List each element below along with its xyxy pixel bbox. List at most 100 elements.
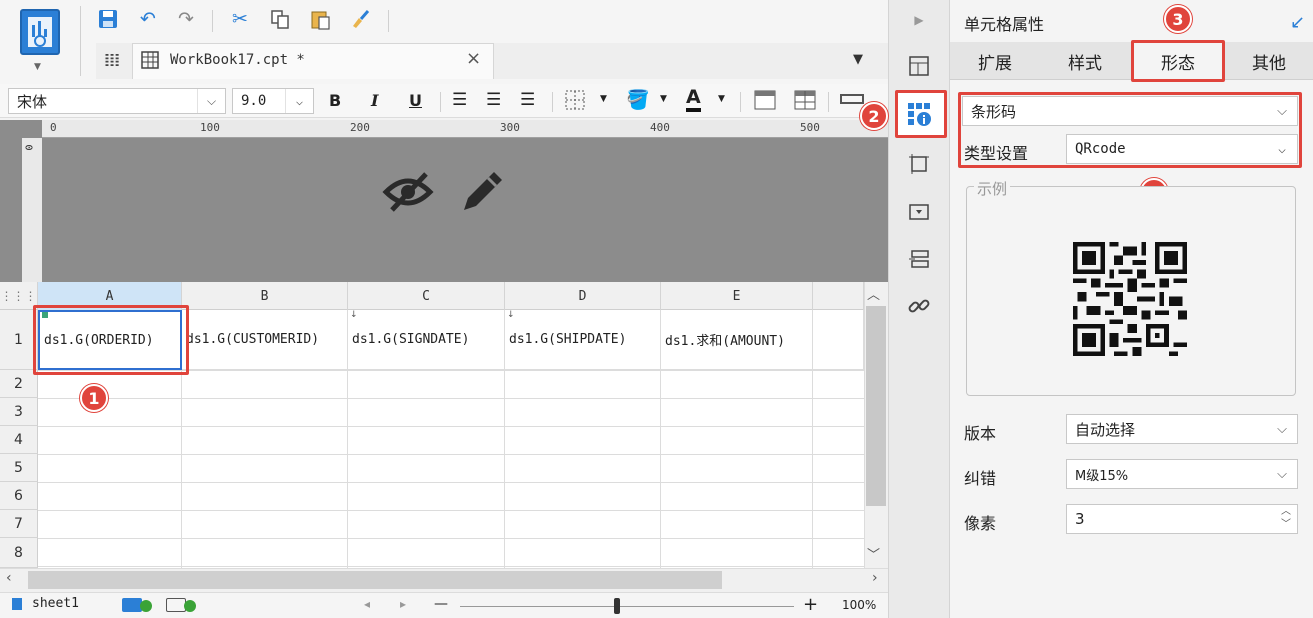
row-header-3[interactable]: 3 bbox=[0, 398, 38, 426]
sheet-tab[interactable]: sheet1 bbox=[32, 596, 79, 611]
redo-icon[interactable]: ↷ bbox=[172, 6, 200, 32]
tab-expand[interactable]: 扩展 bbox=[950, 42, 1040, 80]
add-sheet-icon[interactable] bbox=[122, 598, 142, 612]
logo-dropdown-icon[interactable]: ▼ bbox=[34, 62, 41, 72]
grid-view-icon[interactable]: 𝍖 bbox=[104, 50, 120, 71]
vertical-scroll-thumb[interactable] bbox=[866, 306, 886, 506]
font-size-value: 9.0 bbox=[241, 93, 267, 109]
column-header-e[interactable]: E bbox=[661, 282, 813, 310]
add-badge-icon bbox=[140, 600, 152, 612]
annotation-badge-1: 1 bbox=[80, 384, 108, 412]
expand-down-icon: ↓ bbox=[507, 310, 515, 320]
row-header-4[interactable]: 4 bbox=[0, 426, 38, 454]
column-header-d[interactable]: D bbox=[505, 282, 661, 310]
condition-attributes-icon[interactable] bbox=[905, 246, 933, 274]
insert-widget-icon[interactable] bbox=[840, 94, 864, 104]
collapse-panel-icon[interactable]: ▶ bbox=[905, 6, 933, 34]
sheet-prev-icon[interactable]: ◂ bbox=[364, 597, 370, 611]
tab-menu-icon[interactable]: ▼ bbox=[853, 52, 863, 67]
zoom-slider-track[interactable] bbox=[460, 606, 794, 607]
hide-header-icon[interactable] bbox=[382, 166, 434, 222]
pixel-stepper[interactable]: 3 ︿ ﹀ bbox=[1066, 504, 1298, 534]
workbook-icon bbox=[140, 50, 160, 74]
ruler-tick: 500 bbox=[800, 121, 820, 134]
cell-d1[interactable]: ds1.G(SHIPDATE) bbox=[505, 310, 661, 370]
copy-icon[interactable] bbox=[266, 6, 294, 32]
edit-header-icon[interactable] bbox=[458, 164, 508, 220]
undo-icon[interactable]: ↶ bbox=[134, 6, 162, 32]
zoom-slider-thumb[interactable] bbox=[614, 598, 620, 614]
format-painter-icon[interactable] bbox=[346, 6, 374, 32]
ruler-tick: 0 bbox=[50, 121, 57, 134]
cell-c1[interactable]: ds1.G(SIGNDATE) bbox=[348, 310, 505, 370]
zoom-out-button[interactable]: — bbox=[434, 596, 448, 612]
split-cells-icon[interactable] bbox=[794, 90, 816, 114]
grid-body-cells[interactable] bbox=[38, 370, 864, 568]
chevron-down-icon: ⌵ bbox=[197, 89, 225, 113]
cell-b1[interactable]: ds1.G(CUSTOMERID) bbox=[182, 310, 348, 370]
report-header-area bbox=[0, 120, 888, 282]
version-select[interactable]: 自动选择 ⌵ bbox=[1066, 414, 1298, 444]
toolbar-divider bbox=[80, 6, 81, 76]
font-color-icon[interactable]: A bbox=[686, 86, 701, 112]
bold-button[interactable]: B bbox=[329, 91, 341, 110]
horizontal-scroll-thumb[interactable] bbox=[28, 571, 722, 589]
stepper-arrows-icon[interactable]: ︿ ﹀ bbox=[1281, 505, 1291, 531]
border-icon[interactable] bbox=[564, 89, 586, 115]
sample-label: 示例 bbox=[974, 178, 1011, 199]
align-right-icon[interactable]: ☰ bbox=[520, 90, 535, 110]
align-left-icon[interactable]: ☰ bbox=[452, 90, 467, 110]
error-correction-select[interactable]: M级15% ⌵ bbox=[1066, 459, 1298, 489]
font-name-value: 宋体 bbox=[17, 92, 48, 111]
toolbar-divider bbox=[440, 92, 441, 112]
fill-color-icon[interactable]: 🪣 bbox=[626, 88, 650, 111]
scroll-right-icon[interactable]: › bbox=[872, 570, 878, 586]
toolbar-divider bbox=[828, 92, 829, 112]
italic-button[interactable]: I bbox=[371, 91, 378, 110]
error-correction-label: 纠错 bbox=[964, 469, 997, 488]
column-header-f[interactable] bbox=[813, 282, 864, 310]
tab-other[interactable]: 其他 bbox=[1224, 42, 1313, 80]
underline-button[interactable]: U bbox=[409, 91, 422, 110]
save-icon[interactable] bbox=[94, 6, 122, 32]
annotation-badge-3: 3 bbox=[1164, 5, 1192, 33]
cell-e1[interactable]: ds1.求和(AMOUNT) bbox=[661, 310, 813, 370]
row-header-7[interactable]: 7 bbox=[0, 510, 38, 538]
column-header-c[interactable]: C bbox=[348, 282, 505, 310]
column-header-b[interactable]: B bbox=[182, 282, 348, 310]
chevron-down-icon[interactable]: ▼ bbox=[600, 94, 607, 104]
cut-icon[interactable]: ✂ bbox=[226, 6, 254, 32]
highlight-box-tab-presentation bbox=[1131, 40, 1225, 82]
version-value: 自动选择 bbox=[1075, 420, 1136, 439]
row-header-2[interactable]: 2 bbox=[0, 370, 38, 398]
row-header-6[interactable]: 6 bbox=[0, 482, 38, 510]
row-header-5[interactable]: 5 bbox=[0, 454, 38, 482]
report-designer-logo-icon[interactable] bbox=[20, 9, 60, 55]
hyperlink-icon[interactable] bbox=[905, 292, 933, 320]
float-element-icon[interactable] bbox=[905, 150, 933, 178]
sheet-next-icon[interactable]: ▸ bbox=[400, 597, 406, 611]
scroll-up-icon[interactable]: ︿ bbox=[867, 284, 880, 303]
close-tab-icon[interactable]: × bbox=[466, 48, 481, 69]
zoom-in-button[interactable]: + bbox=[803, 594, 818, 615]
zoom-level: 100% bbox=[842, 598, 877, 612]
add-report-sheet-icon[interactable] bbox=[166, 598, 186, 612]
chevron-down-icon[interactable]: ▼ bbox=[718, 94, 725, 104]
widget-settings-icon[interactable] bbox=[905, 198, 933, 226]
tab-style[interactable]: 样式 bbox=[1040, 42, 1130, 80]
dock-panel-icon[interactable]: ↙ bbox=[1290, 12, 1305, 33]
merge-cells-icon[interactable] bbox=[754, 90, 776, 114]
scroll-down-icon[interactable]: ﹀ bbox=[867, 544, 880, 563]
paste-icon[interactable] bbox=[306, 6, 334, 32]
row-header-8[interactable]: 8 bbox=[0, 538, 38, 568]
scroll-left-icon[interactable]: ‹ bbox=[6, 570, 12, 586]
chevron-down-icon[interactable]: ▼ bbox=[660, 94, 667, 104]
font-size-select[interactable]: 9.0 ⌵ bbox=[232, 88, 314, 114]
horizontal-ruler: 0 100 200 300 400 500 bbox=[42, 120, 888, 138]
cell-element-icon[interactable] bbox=[905, 52, 933, 80]
chevron-down-icon: ⌵ bbox=[1277, 421, 1287, 437]
ruler-tick: 100 bbox=[200, 121, 220, 134]
cell-f1[interactable] bbox=[813, 310, 864, 370]
align-center-icon[interactable]: ☰ bbox=[486, 90, 501, 110]
font-name-select[interactable]: 宋体 ⌵ bbox=[8, 88, 226, 114]
